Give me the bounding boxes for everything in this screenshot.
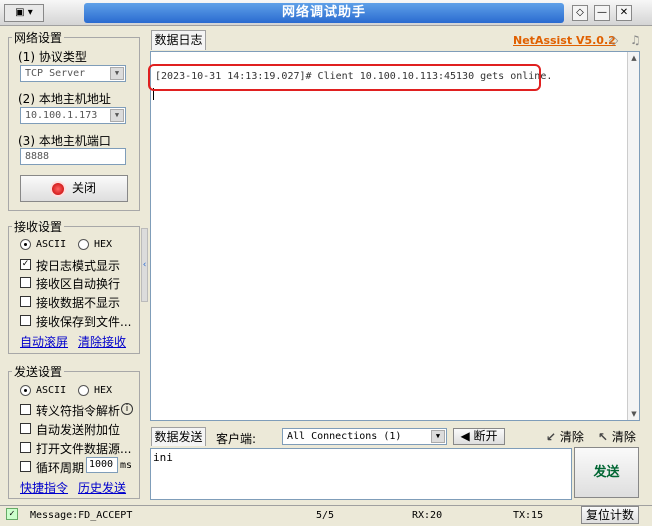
reset-count-button[interactable]: 复位计数: [581, 506, 639, 524]
info-icon[interactable]: i: [121, 403, 133, 415]
log-mode-label: 按日志模式显示: [36, 259, 121, 273]
close-button-label: 关闭: [71, 181, 96, 195]
status-count: 5/5: [316, 510, 335, 521]
send-hex-label: HEX: [94, 385, 113, 396]
send-input-text: ini: [153, 451, 173, 464]
cycle-label: 循环周期: [36, 461, 85, 475]
send-button[interactable]: 发送: [574, 447, 639, 498]
escape-parse-label: 转义符指令解析: [36, 404, 121, 418]
history-link[interactable]: 历史发送: [78, 479, 126, 496]
receive-settings-title: 接收设置: [12, 218, 65, 235]
auto-append-checkbox[interactable]: [20, 423, 31, 434]
red-light-icon: [51, 182, 64, 195]
cycle-period-input[interactable]: 1000: [86, 457, 118, 473]
tab-data-log[interactable]: 数据日志: [151, 30, 206, 50]
clear-send-button[interactable]: ↖ 清除: [598, 428, 636, 445]
dropdown-arrow-icon: ▼: [110, 109, 124, 122]
highlight-box: [148, 64, 541, 91]
send-hex-radio[interactable]: [78, 385, 89, 396]
cycle-checkbox[interactable]: [20, 461, 31, 472]
hide-data-checkbox[interactable]: [20, 296, 31, 307]
client-value: All Connections (1): [287, 431, 402, 442]
dropdown-arrow-icon: ▼: [110, 67, 124, 80]
tab-data-send[interactable]: 数据发送: [151, 427, 206, 446]
auto-scroll-link[interactable]: 自动滚屏: [20, 333, 68, 350]
close-window-button[interactable]: ✕: [616, 5, 632, 21]
protocol-value: TCP Server: [25, 68, 86, 79]
status-message: Message:FD_ACCEPT: [30, 510, 133, 521]
receive-hex-label: HEX: [94, 239, 113, 250]
receive-hex-radio[interactable]: [78, 239, 89, 250]
clear-receive-link[interactable]: 清除接收: [78, 333, 126, 350]
client-label: 客户端:: [216, 432, 257, 446]
host-label: (2) 本地主机地址: [18, 92, 111, 106]
dropdown-arrow-icon: ▼: [431, 430, 445, 443]
host-value: 10.100.1.173: [25, 110, 98, 121]
port-input[interactable]: 8888: [20, 148, 126, 165]
arrow-up-left-icon: ↖: [598, 430, 609, 444]
chevron-down-icon: ▾: [27, 7, 33, 18]
disconnect-label: 断开: [473, 429, 498, 443]
escape-parse-checkbox[interactable]: [20, 404, 31, 415]
status-rx: RX:20: [412, 510, 443, 521]
close-connection-button[interactable]: 关闭: [20, 175, 128, 202]
send-input[interactable]: [150, 448, 572, 500]
brand-link[interactable]: NetAssist V5.0.2: [513, 34, 616, 47]
file-source-checkbox[interactable]: [20, 442, 31, 453]
diamond-icon[interactable]: ◇: [609, 33, 618, 47]
clear-receive-button[interactable]: ↙ 清除: [546, 428, 584, 445]
client-select[interactable]: All Connections (1) ▼: [282, 428, 447, 445]
network-settings-title: 网络设置: [12, 29, 65, 46]
auto-wrap-label: 接收区自动换行: [36, 277, 121, 291]
log-mode-checkbox[interactable]: ✓: [20, 259, 31, 270]
cycle-unit: ms: [120, 460, 133, 471]
log-scrollbar[interactable]: ▲ ▼: [627, 52, 639, 420]
receive-ascii-radio[interactable]: [20, 239, 31, 250]
port-label: (3) 本地主机端口: [18, 134, 111, 148]
save-file-label: 接收保存到文件...: [36, 315, 132, 329]
clear2-label: 清除: [611, 430, 636, 444]
bell-icon[interactable]: ♫: [630, 33, 641, 47]
send-ascii-radio[interactable]: [20, 385, 31, 396]
scroll-up-icon[interactable]: ▲: [628, 52, 640, 64]
status-tx: TX:15: [513, 510, 544, 521]
file-source-label: 打开文件数据源...: [36, 442, 132, 456]
app-menu-button[interactable]: ▣ ▾: [4, 4, 44, 22]
scroll-down-icon[interactable]: ▼: [628, 408, 640, 420]
auto-wrap-checkbox[interactable]: [20, 277, 31, 288]
send-ascii-label: ASCII: [36, 385, 67, 396]
window-title: 网络调试助手: [84, 3, 564, 23]
hide-data-label: 接收数据不显示: [36, 296, 121, 310]
arrow-left-icon: ◀: [460, 429, 470, 443]
protocol-select[interactable]: TCP Server ▼: [20, 65, 126, 82]
protocol-label: (1) 协议类型: [18, 50, 87, 64]
send-settings-title: 发送设置: [12, 363, 65, 380]
log-display[interactable]: [150, 51, 640, 421]
host-select[interactable]: 10.100.1.173 ▼: [20, 107, 126, 124]
shortcut-link[interactable]: 快捷指令: [20, 479, 68, 496]
auto-append-label: 自动发送附加位: [36, 423, 121, 437]
pin-button[interactable]: ◇: [572, 5, 588, 21]
clear1-label: 清除: [559, 430, 584, 444]
minimize-button[interactable]: —: [594, 5, 610, 21]
collapse-panel-handle[interactable]: ‹: [141, 228, 148, 302]
arrow-down-left-icon: ↙: [546, 430, 557, 444]
disconnect-button[interactable]: ◀ 断开: [453, 428, 505, 445]
status-message-icon: ✓: [6, 508, 18, 520]
receive-ascii-label: ASCII: [36, 239, 67, 250]
save-file-checkbox[interactable]: [20, 315, 31, 326]
